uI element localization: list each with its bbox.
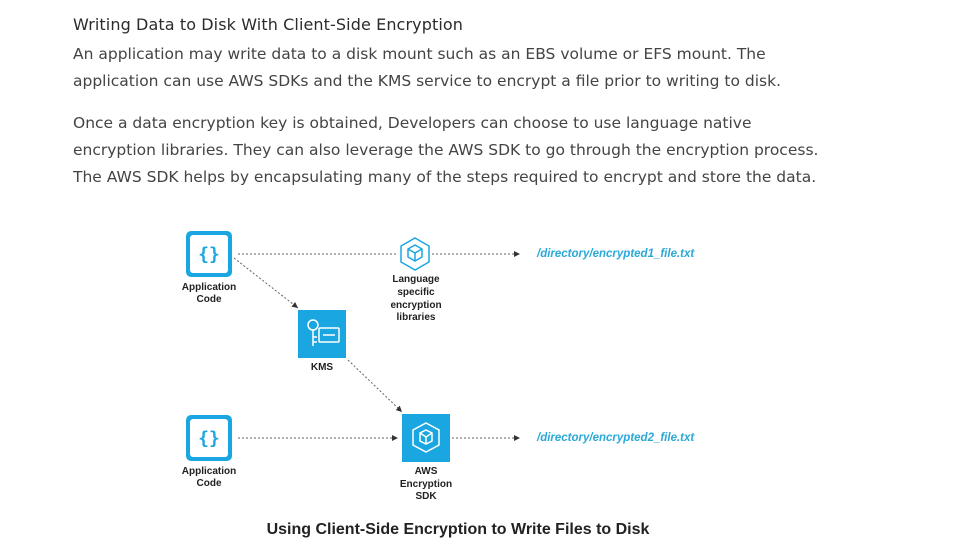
application-code-top: {} Application Code — [182, 231, 236, 305]
aws-encryption-sdk-node: AWS Encryption SDK — [400, 414, 452, 502]
cube-icon — [400, 237, 430, 271]
sdk-label-1: AWS — [415, 466, 438, 477]
application-code-bottom: {} Application Code — [182, 415, 236, 489]
client-side-encryption-diagram: {} Application Code {} Application Code … — [182, 231, 695, 502]
connector-app1-to-kms — [233, 257, 299, 309]
diagram-caption: Using Client-Side Encryption to Write Fi… — [266, 521, 650, 538]
file-path-1: /directory/encrypted1_file.txt — [536, 248, 695, 260]
curly-braces-icon: {} — [198, 428, 220, 449]
curly-braces-icon: {} — [198, 244, 220, 265]
lib-label-1: Language — [392, 274, 440, 285]
lib-label-2: specific — [397, 287, 435, 298]
lib-label-4: libraries — [397, 312, 436, 323]
connector-kms-to-sdk — [347, 359, 403, 413]
app-top-label-1: Application — [182, 282, 236, 293]
lib-label-3: encryption — [390, 300, 441, 311]
kms-label: KMS — [311, 362, 334, 373]
file-path-2: /directory/encrypted2_file.txt — [536, 432, 695, 444]
language-libraries-node: Language specific encryption libraries — [390, 237, 442, 323]
sdk-label-3: SDK — [415, 491, 437, 502]
app-top-label-2: Code — [197, 294, 222, 305]
sdk-label-2: Encryption — [400, 479, 452, 490]
app-bottom-label-1: Application — [182, 466, 236, 477]
kms-node: KMS — [298, 310, 346, 373]
app-bottom-label-2: Code — [197, 478, 222, 489]
